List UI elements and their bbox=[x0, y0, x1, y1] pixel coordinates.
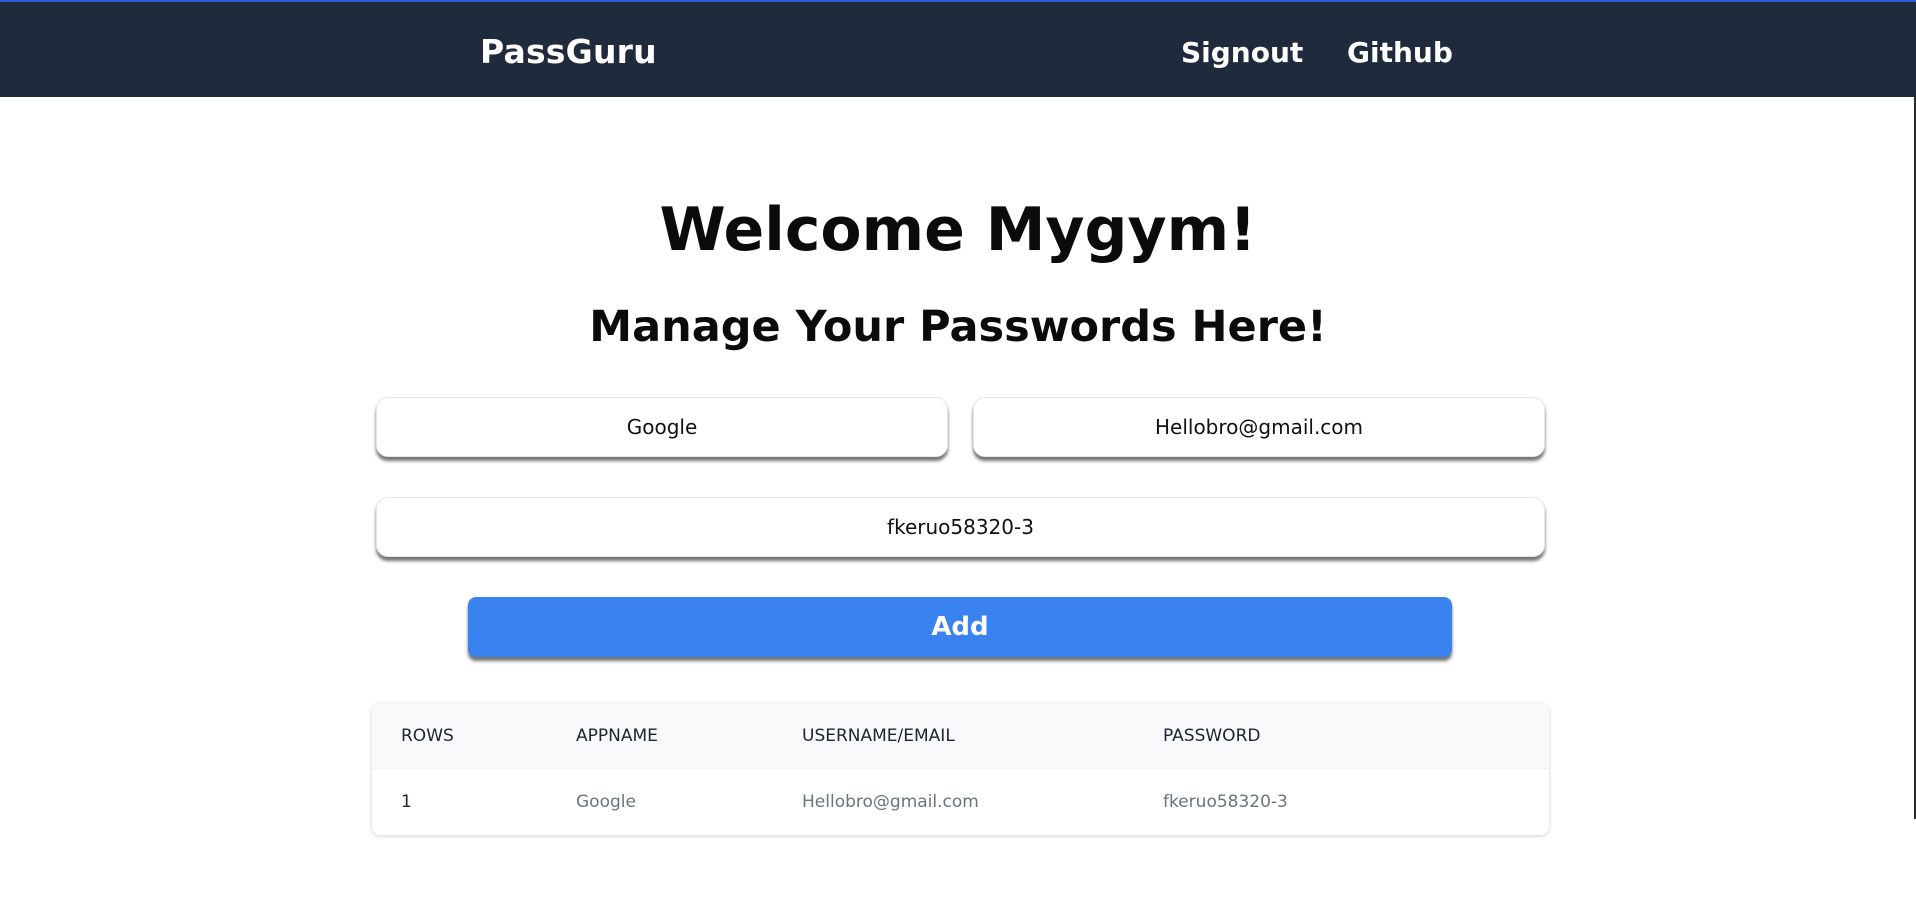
table-header: ROWS APPNAME USERNAME/EMAIL PASSWORD bbox=[372, 703, 1549, 769]
cell-row-number: 1 bbox=[401, 792, 412, 812]
header-password: PASSWORD bbox=[1163, 726, 1261, 746]
username-input[interactable] bbox=[973, 397, 1545, 457]
password-input[interactable] bbox=[376, 497, 1545, 557]
appname-input[interactable] bbox=[376, 397, 948, 457]
passwords-table: ROWS APPNAME USERNAME/EMAIL PASSWORD 1 G… bbox=[372, 703, 1549, 835]
add-button[interactable]: Add bbox=[468, 597, 1452, 657]
header-username: USERNAME/EMAIL bbox=[802, 726, 955, 746]
nav-github-link[interactable]: Github bbox=[1347, 36, 1453, 69]
header-appname: APPNAME bbox=[576, 726, 658, 746]
page: PassGuru Signout Github Welcome Mygym! M… bbox=[0, 0, 1916, 913]
page-title: Welcome Mygym! bbox=[659, 195, 1257, 265]
cell-password: fkeruo58320-3 bbox=[1163, 792, 1288, 812]
page-subtitle: Manage Your Passwords Here! bbox=[589, 302, 1327, 352]
navbar: PassGuru Signout Github bbox=[0, 0, 1916, 97]
table-row: 1 Google Hellobro@gmail.com fkeruo58320-… bbox=[372, 769, 1549, 835]
brand-logo[interactable]: PassGuru bbox=[480, 32, 657, 71]
cell-username: Hellobro@gmail.com bbox=[802, 792, 979, 812]
nav-signout-link[interactable]: Signout bbox=[1181, 36, 1303, 69]
cell-appname: Google bbox=[576, 792, 636, 812]
header-rows: ROWS bbox=[401, 726, 454, 746]
